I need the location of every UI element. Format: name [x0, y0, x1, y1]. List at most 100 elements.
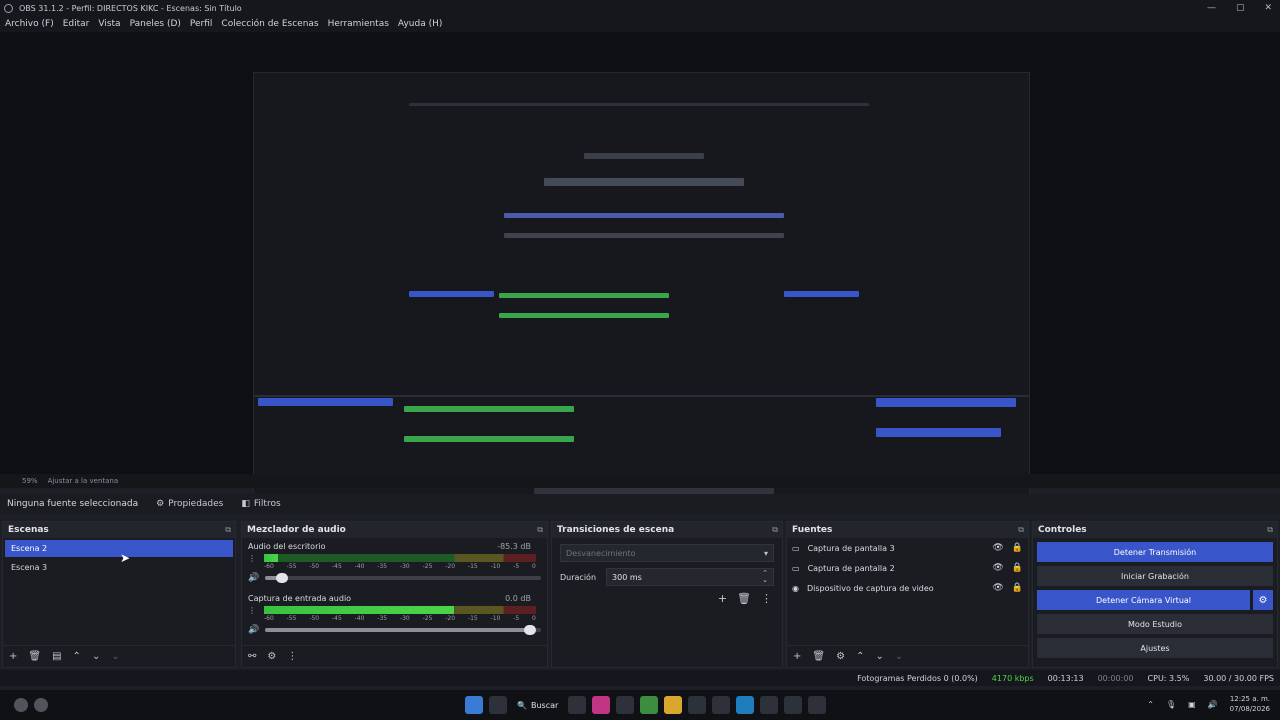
channel-menu-icon[interactable]: ⋮ — [248, 607, 256, 615]
scene-item[interactable]: Escena 2 — [5, 540, 233, 557]
volume-slider[interactable] — [265, 573, 541, 583]
edge-icon[interactable] — [736, 696, 755, 714]
clock[interactable]: 12:25 a. m. 07/08/2026 — [1230, 694, 1270, 714]
undock-icon[interactable]: ⧉ — [225, 525, 231, 535]
menu-editar[interactable]: Editar — [63, 19, 90, 29]
scene-item[interactable]: Escena 3 — [5, 559, 233, 576]
instagram-icon[interactable] — [592, 696, 611, 714]
move-down-icon[interactable]: ⌄ — [875, 651, 883, 662]
add-icon[interactable]: + — [718, 592, 727, 605]
add-icon[interactable]: + — [9, 651, 17, 662]
gear-icon[interactable]: ⚙ — [836, 651, 845, 662]
eye-icon[interactable]: 👁 — [992, 563, 1003, 573]
trash-icon[interactable]: 🗑 — [812, 651, 825, 662]
volume-icon[interactable]: 🔊 — [1208, 700, 1218, 709]
menu-coleccion-escenas[interactable]: Colección de Escenas — [221, 19, 318, 29]
menu-perfil[interactable]: Perfil — [190, 19, 213, 29]
calendar-icon[interactable] — [808, 696, 827, 714]
search-icon: 🔍 — [517, 700, 527, 710]
move-up-icon[interactable]: ⌃ — [73, 651, 81, 662]
maximize-button[interactable]: ▢ — [1236, 3, 1245, 13]
undock-icon[interactable]: ⧉ — [1018, 525, 1024, 535]
trash-icon[interactable]: 🗑 — [737, 592, 751, 605]
zoom-fit[interactable]: Ajustar a la ventana — [48, 477, 119, 485]
link-icon[interactable]: ⚯ — [248, 651, 256, 662]
start-record-button[interactable]: Iniciar Grabación — [1037, 566, 1273, 586]
controls-header: Controles ⧉ — [1033, 522, 1277, 538]
mixer-footer: ⚯ ⚙ ⋮ — [242, 645, 547, 667]
move-up-icon[interactable]: ⌃ — [856, 651, 864, 662]
filters-button[interactable]: ◧ Filtros — [241, 499, 280, 509]
speaker-icon[interactable]: 🔊 — [248, 573, 259, 583]
minimize-button[interactable]: — — [1207, 3, 1216, 13]
channel-menu-icon[interactable]: ⋮ — [248, 555, 256, 563]
slider-handle[interactable] — [523, 625, 536, 635]
eye-icon[interactable]: 👁 — [992, 583, 1003, 593]
obs-icon[interactable] — [616, 696, 635, 714]
store-icon[interactable] — [688, 696, 707, 714]
folder-icon[interactable] — [664, 696, 683, 714]
sources-footer: + 🗑 ⚙ ⌃ ⌄ ⌄ — [787, 645, 1028, 667]
meter-ticks: -60 -55 -50 -45 -40 -35 -30 -25 -20 -15 -10 -5 0 — [264, 563, 536, 570]
source-label: Dispositivo de captura de video — [806, 583, 934, 593]
transition-select[interactable]: Desvanecimiento ▾ — [560, 544, 774, 562]
move-down-icon[interactable]: ⌄ — [92, 651, 100, 662]
widget-icon[interactable] — [34, 698, 48, 712]
menu-ayuda[interactable]: Ayuda (H) — [398, 19, 442, 29]
source-item[interactable]: ▭ Captura de pantalla 3 👁 🔒 — [787, 538, 1028, 558]
properties-button[interactable]: ⚙ Propiedades — [156, 499, 223, 509]
source-item[interactable]: ◉ Dispositivo de captura de video 👁 🔒 — [787, 578, 1028, 598]
menu-herramientas[interactable]: Herramientas — [328, 19, 389, 29]
undock-icon[interactable]: ⧉ — [772, 525, 778, 535]
close-button[interactable]: ✕ — [1264, 3, 1272, 13]
filter-icon[interactable]: ▤ — [52, 651, 61, 662]
scenes-dock: Escenas ⧉ Escena 2 Escena 3 + 🗑 ▤ ⌃ ⌄ ⌄ — [2, 521, 236, 668]
preview-canvas[interactable] — [0, 32, 1280, 502]
more-icon[interactable]: ⋮ — [761, 592, 772, 605]
task-view-icon[interactable] — [489, 696, 507, 714]
window-controls: — ▢ ✕ — [1207, 0, 1272, 16]
app-icon[interactable] — [712, 696, 731, 714]
zoom-level[interactable]: 59% — [22, 477, 38, 485]
slider-handle[interactable] — [275, 573, 288, 583]
undock-icon[interactable]: ⧉ — [537, 525, 543, 535]
network-icon[interactable]: ▣ — [1188, 700, 1196, 709]
settings-icon[interactable]: ⚙ — [267, 651, 276, 662]
volume-slider[interactable] — [265, 625, 541, 635]
add-icon[interactable]: + — [793, 651, 801, 662]
duration-input[interactable]: 300 ms ⌃ ⌄ — [606, 568, 774, 586]
system-tray: ⌃ 🎙 ▣ 🔊 12:25 a. m. 07/08/2026 — [1147, 694, 1270, 714]
spinner-icon[interactable]: ⌃ ⌄ — [762, 570, 768, 584]
steam-icon[interactable] — [760, 696, 779, 714]
trash-icon[interactable]: 🗑 — [28, 651, 41, 662]
window-title: OBS 31.1.2 - Perfil: DIRECTOS KIKC - Esc… — [19, 3, 242, 13]
undock-icon[interactable]: ⧉ — [1267, 525, 1273, 535]
lock-icon[interactable]: 🔒 — [1012, 583, 1023, 593]
volume-meter — [264, 606, 536, 614]
calendar-icon[interactable] — [784, 696, 803, 714]
chevron-down-icon[interactable]: ⌄ — [895, 651, 903, 662]
app-icon[interactable] — [568, 696, 587, 714]
windows-start-icon[interactable] — [465, 696, 483, 714]
eye-icon[interactable]: 👁 — [992, 543, 1003, 553]
source-item[interactable]: ▭ Captura de pantalla 2 👁 🔒 — [787, 558, 1028, 578]
speaker-icon[interactable]: 🔊 — [248, 625, 259, 635]
title-bar: OBS 31.1.2 - Perfil: DIRECTOS KIKC - Esc… — [0, 0, 1280, 16]
chrome-icon[interactable] — [640, 696, 659, 714]
virtualcam-settings-icon[interactable]: ⚙ — [1253, 590, 1273, 610]
lock-icon[interactable]: 🔒 — [1012, 543, 1023, 553]
lock-icon[interactable]: 🔒 — [1012, 563, 1023, 573]
chevron-down-icon[interactable]: ⌄ — [111, 651, 119, 662]
studio-mode-button[interactable]: Modo Estudio — [1037, 614, 1273, 634]
microphone-icon[interactable]: 🎙 — [1166, 700, 1176, 709]
widget-icon[interactable] — [14, 698, 28, 712]
taskbar-search[interactable]: 🔍 Buscar — [513, 701, 562, 710]
stop-virtualcam-button[interactable]: Detener Cámara Virtual — [1037, 590, 1250, 610]
menu-vista[interactable]: Vista — [98, 19, 120, 29]
chevron-up-icon[interactable]: ⌃ — [1147, 700, 1154, 709]
menu-archivo[interactable]: Archivo (F) — [5, 19, 54, 29]
settings-button[interactable]: Ajustes — [1037, 638, 1273, 658]
stop-stream-button[interactable]: Detener Transmisión — [1037, 542, 1273, 562]
more-icon[interactable]: ⋮ — [287, 651, 297, 662]
menu-paneles[interactable]: Paneles (D) — [130, 19, 181, 29]
